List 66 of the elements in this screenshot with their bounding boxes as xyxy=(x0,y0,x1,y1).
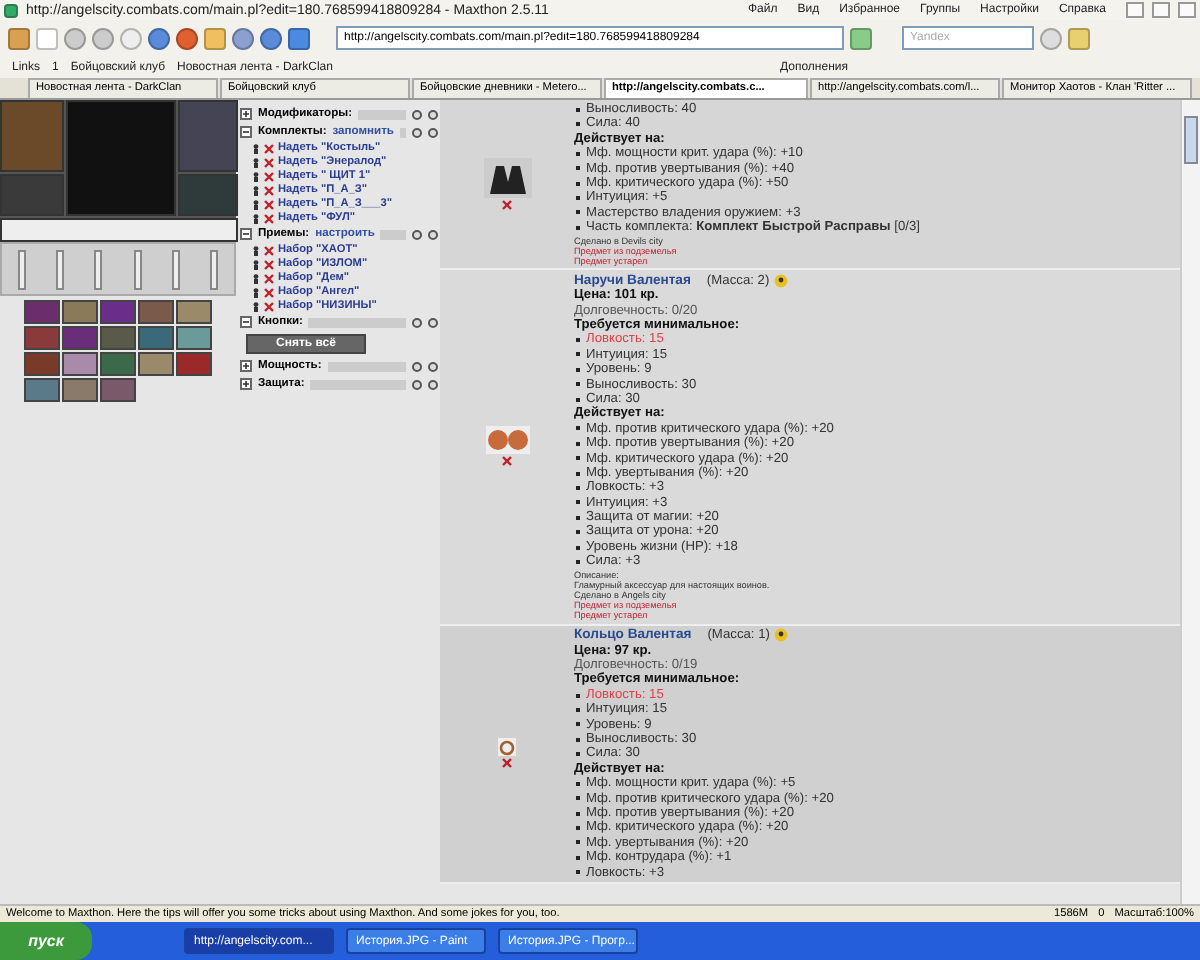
bracers-picture xyxy=(485,426,529,455)
skill-icon[interactable] xyxy=(24,378,60,402)
figure-icon xyxy=(252,213,260,223)
slot-marker[interactable] xyxy=(133,249,142,289)
maximize-button[interactable] xyxy=(1152,2,1170,18)
slot-marker[interactable] xyxy=(171,249,180,289)
up-icon[interactable] xyxy=(412,229,422,239)
skill-icon[interactable] xyxy=(176,326,212,350)
delete-icon[interactable] xyxy=(264,301,274,311)
down-icon[interactable] xyxy=(428,317,438,327)
section-bar xyxy=(358,109,406,119)
figure-icon xyxy=(252,199,260,209)
skill-icon[interactable] xyxy=(62,378,98,402)
figure-icon xyxy=(252,143,260,153)
section-bar xyxy=(380,229,406,239)
figure-icon xyxy=(252,157,260,167)
delete-icon[interactable] xyxy=(264,143,274,153)
medal-icon xyxy=(773,628,788,643)
delete-icon[interactable] xyxy=(264,273,274,283)
skill-icon[interactable] xyxy=(138,352,174,376)
collapse-icon[interactable] xyxy=(240,228,252,240)
figure-icon xyxy=(252,171,260,181)
skill-icon[interactable] xyxy=(62,352,98,376)
character-picture xyxy=(66,100,176,216)
collapse-icon[interactable] xyxy=(240,126,252,138)
slot-marker[interactable] xyxy=(17,249,26,289)
figure-icon xyxy=(252,273,260,283)
figure-icon xyxy=(252,301,260,311)
skill-icon[interactable] xyxy=(176,300,212,324)
expand-icon[interactable] xyxy=(240,108,252,120)
section-bar xyxy=(308,317,406,327)
ring-picture xyxy=(498,738,516,757)
minimize-button[interactable] xyxy=(1126,2,1144,18)
delete-icon[interactable] xyxy=(502,456,512,467)
delete-icon[interactable] xyxy=(264,213,274,223)
delete-icon[interactable] xyxy=(264,199,274,209)
delete-icon[interactable] xyxy=(502,758,512,769)
expand-icon[interactable] xyxy=(240,378,252,390)
figure-icon xyxy=(252,259,260,269)
figure-icon xyxy=(252,287,260,297)
delete-icon[interactable] xyxy=(502,200,512,211)
skill-icon[interactable] xyxy=(62,300,98,324)
medal-icon xyxy=(773,273,788,288)
empty-slot[interactable] xyxy=(0,218,238,242)
delete-icon[interactable] xyxy=(264,157,274,167)
expand-icon[interactable] xyxy=(240,360,252,372)
slot-marker[interactable] xyxy=(210,249,219,289)
start-button[interactable]: пуск xyxy=(0,922,92,960)
skill-icon[interactable] xyxy=(138,326,174,350)
down-icon[interactable] xyxy=(428,229,438,239)
close-button[interactable] xyxy=(1178,2,1196,18)
section-bar xyxy=(327,361,406,371)
delete-icon[interactable] xyxy=(264,287,274,297)
figure-icon xyxy=(252,185,260,195)
slot-marker[interactable] xyxy=(94,249,103,289)
scrollbar[interactable] xyxy=(1180,100,1200,904)
up-icon[interactable] xyxy=(412,317,422,327)
delete-icon[interactable] xyxy=(264,259,274,269)
collapse-icon[interactable] xyxy=(240,316,252,328)
delete-icon[interactable] xyxy=(264,245,274,255)
section-bar xyxy=(310,379,406,389)
delete-icon[interactable] xyxy=(264,171,274,181)
gloves-picture xyxy=(483,158,531,199)
figure-icon xyxy=(252,245,260,255)
slot-marker[interactable] xyxy=(55,249,64,289)
delete-icon[interactable] xyxy=(264,185,274,195)
